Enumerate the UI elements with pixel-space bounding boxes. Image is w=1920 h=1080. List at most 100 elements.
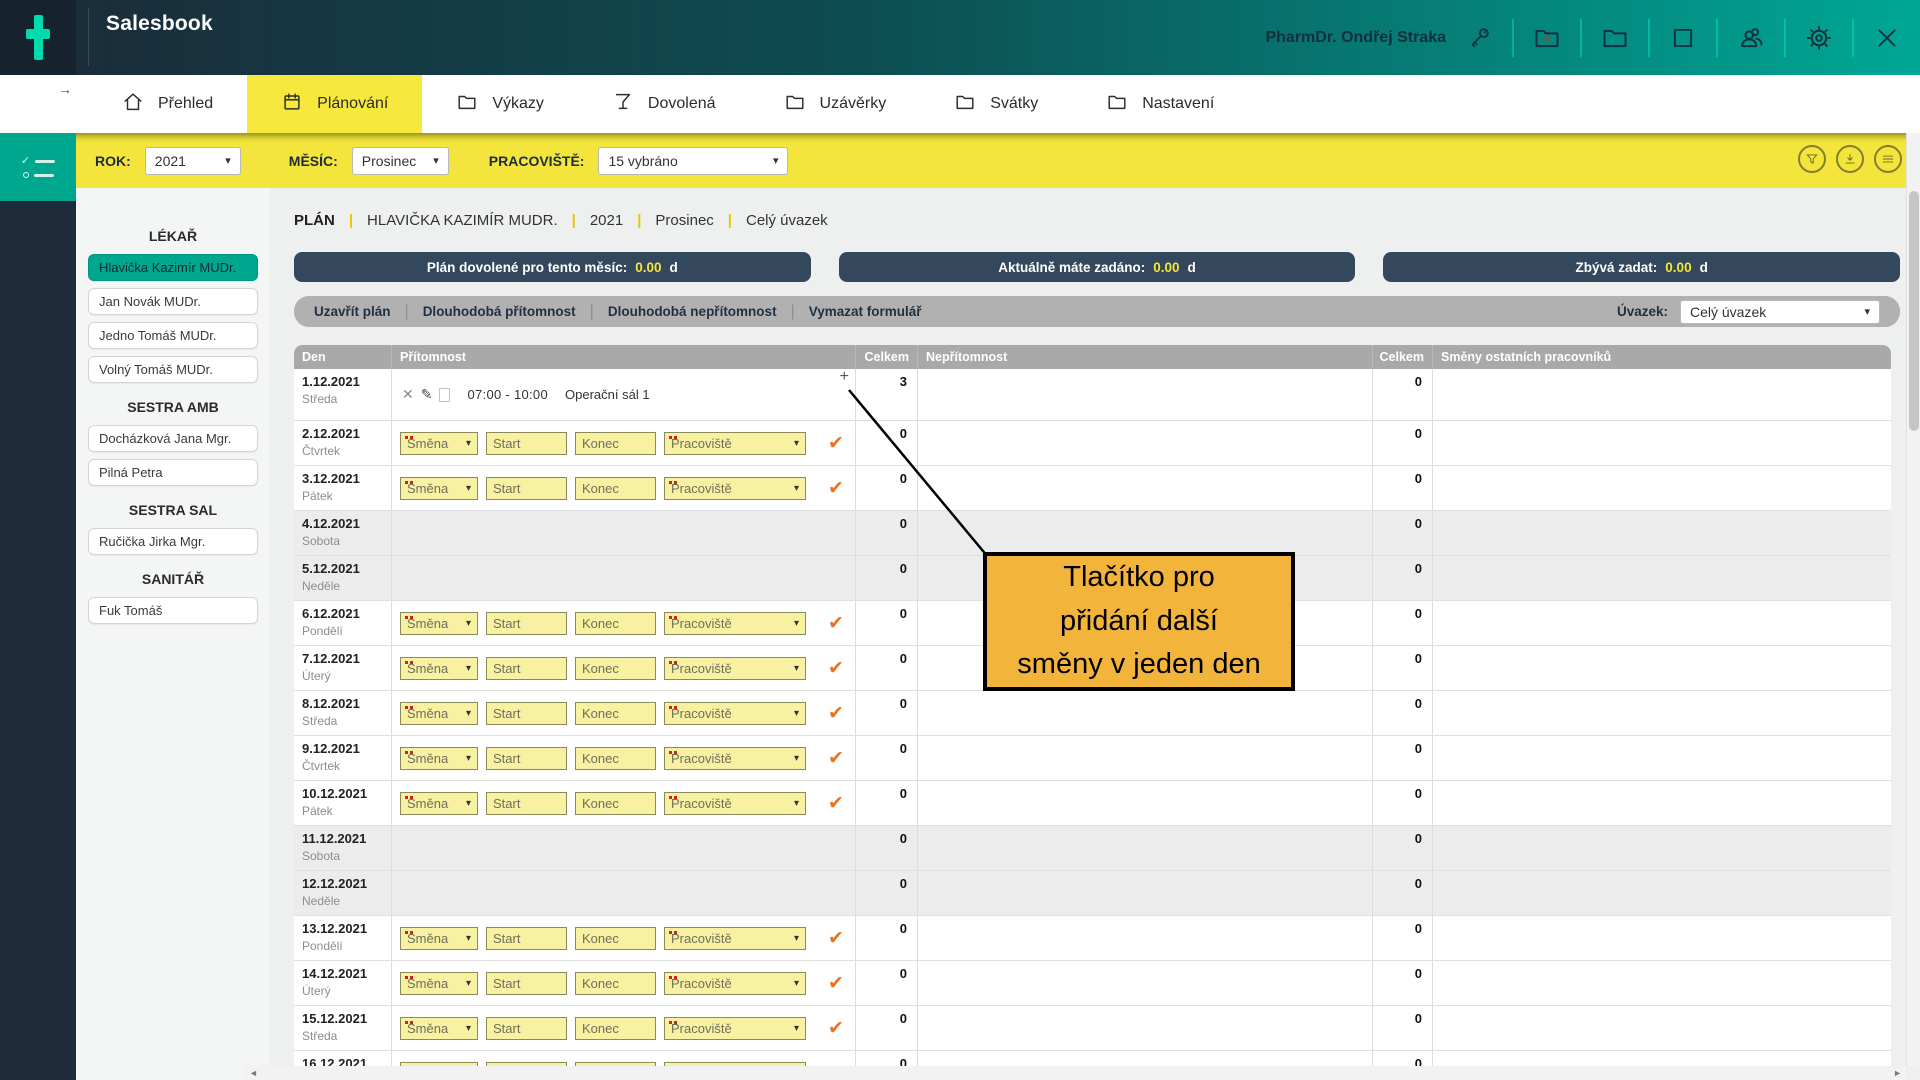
key-icon[interactable] [1464,23,1494,53]
start-input[interactable] [486,927,567,950]
konec-input[interactable] [575,432,656,455]
folder-n-icon[interactable]: N [1532,23,1562,53]
start-input[interactable] [486,477,567,500]
vymazat-formular-button[interactable]: Vymazat formulář [809,304,922,319]
add-shift-button[interactable]: + [840,369,849,385]
pracoviste-field-select[interactable]: Pracoviště ▾ [664,612,806,635]
pracoviste-field-select[interactable]: Pracoviště ▾ [664,702,806,725]
smena-select[interactable]: Směna ▾ [400,927,478,950]
confirm-check-icon[interactable]: ✔ [828,927,844,950]
cross-logo-icon [26,15,50,60]
tab-planovani[interactable]: Plánování [247,75,422,133]
smena-select[interactable]: Směna ▾ [400,432,478,455]
uvazek-select[interactable]: Celý úvazek▾ [1680,300,1880,324]
horizontal-scrollbar[interactable]: ◄ ► [245,1066,1906,1080]
pracoviste-field-select[interactable]: Pracoviště ▾ [664,477,806,500]
pracoviste-field-select[interactable]: Pracoviště ▾ [664,747,806,770]
note-icon[interactable] [439,388,450,402]
confirm-check-icon[interactable]: ✔ [828,432,844,455]
smena-select[interactable]: Směna ▾ [400,972,478,995]
row-celkem2: 0 [1373,421,1433,465]
pracoviste-field-select[interactable]: Pracoviště ▾ [664,657,806,680]
konec-input[interactable] [575,612,656,635]
start-input[interactable] [486,702,567,725]
app-logo[interactable] [0,0,76,75]
start-input[interactable] [486,1017,567,1040]
filter-icon[interactable] [1798,145,1826,173]
chevron-down-icon: ▾ [466,798,471,809]
sidebar-employee-item[interactable]: Volný Tomáš MUDr. [88,356,258,383]
konec-input[interactable] [575,792,656,815]
pracoviste-field-select[interactable]: Pracoviště ▾ [664,432,806,455]
dlouhodoba-nepritomnost-button[interactable]: Dlouhodobá nepřítomnost [608,304,777,319]
konec-input[interactable] [575,657,656,680]
confirm-check-icon[interactable]: ✔ [828,972,844,995]
delete-icon[interactable]: ✕ [402,386,414,403]
row-celkem2: 0 [1373,369,1433,420]
folder-icon[interactable] [1600,23,1630,53]
smena-select[interactable]: Směna ▾ [400,612,478,635]
sidebar-employee-item[interactable]: Hlavička Kazimír MUDr. [88,254,258,281]
pracoviste-field-select[interactable]: Pracoviště ▾ [664,1017,806,1040]
scroll-right-arrow-icon[interactable]: ► [1893,1068,1902,1078]
pracoviste-field-select[interactable]: Pracoviště ▾ [664,927,806,950]
konec-input[interactable] [575,702,656,725]
tab-vykazy[interactable]: Výkazy [422,75,578,133]
tab-prehled[interactable]: Přehled [88,75,247,133]
confirm-check-icon[interactable]: ✔ [828,657,844,680]
menu-icon[interactable] [1874,145,1902,173]
konec-input[interactable] [575,477,656,500]
export-icon[interactable] [1836,145,1864,173]
sidebar-employee-item[interactable]: Jedno Tomáš MUDr. [88,322,258,349]
konec-input[interactable] [575,747,656,770]
nav-collapse-arrow-icon[interactable]: → [58,81,72,97]
mesic-select[interactable]: Prosinec▾ [352,147,449,175]
users-icon[interactable] [1736,23,1766,53]
confirm-check-icon[interactable]: ✔ [828,477,844,500]
tab-svatky[interactable]: Svátky [920,75,1072,133]
absence-cell [918,511,1373,555]
window-icon[interactable] [1668,23,1698,53]
pracoviste-select[interactable]: 15 vybráno▾ [598,147,788,175]
vertical-scrollbar-thumb[interactable] [1909,191,1919,431]
sidebar-employee-item[interactable]: Jan Novák MUDr. [88,288,258,315]
rok-select[interactable]: 2021▾ [145,147,241,175]
vertical-scrollbar[interactable] [1906,133,1920,1066]
pracoviste-field-select[interactable]: Pracoviště ▾ [664,972,806,995]
edit-pencil-icon[interactable]: ✎ [421,386,433,403]
confirm-check-icon[interactable]: ✔ [828,792,844,815]
pracoviste-field-select[interactable]: Pracoviště ▾ [664,792,806,815]
sidebar-employee-item[interactable]: Ručička Jirka Mgr. [88,528,258,555]
sidebar-employee-item[interactable]: Pilná Petra [88,459,258,486]
konec-input[interactable] [575,927,656,950]
konec-input[interactable] [575,1017,656,1040]
start-input[interactable] [486,792,567,815]
sidebar-employee-item[interactable]: Docházková Jana Mgr. [88,425,258,452]
confirm-check-icon[interactable]: ✔ [828,702,844,725]
close-icon[interactable] [1872,23,1902,53]
konec-input[interactable] [575,972,656,995]
confirm-check-icon[interactable]: ✔ [828,747,844,770]
uzavrit-plan-button[interactable]: Uzavřít plán [314,304,391,319]
scroll-left-arrow-icon[interactable]: ◄ [249,1068,258,1078]
start-input[interactable] [486,747,567,770]
employee-list-toggle[interactable]: ✓ [0,133,76,201]
smena-select[interactable]: Směna ▾ [400,477,478,500]
tab-uzaverky[interactable]: Uzávěrky [750,75,921,133]
smena-select[interactable]: Směna ▾ [400,657,478,680]
smena-select[interactable]: Směna ▾ [400,1017,478,1040]
start-input[interactable] [486,972,567,995]
start-input[interactable] [486,612,567,635]
smena-select[interactable]: Směna ▾ [400,747,478,770]
dlouhodoba-pritomnost-button[interactable]: Dlouhodobá přítomnost [423,304,576,319]
settings-icon[interactable] [1804,23,1834,53]
start-input[interactable] [486,432,567,455]
smena-select[interactable]: Směna ▾ [400,702,478,725]
tab-nastaveni[interactable]: Nastavení [1072,75,1248,133]
smena-select[interactable]: Směna ▾ [400,792,478,815]
start-input[interactable] [486,657,567,680]
confirm-check-icon[interactable]: ✔ [828,1017,844,1040]
tab-dovolena[interactable]: Dovolená [578,75,750,133]
confirm-check-icon[interactable]: ✔ [828,612,844,635]
sidebar-employee-item[interactable]: Fuk Tomáš [88,597,258,624]
